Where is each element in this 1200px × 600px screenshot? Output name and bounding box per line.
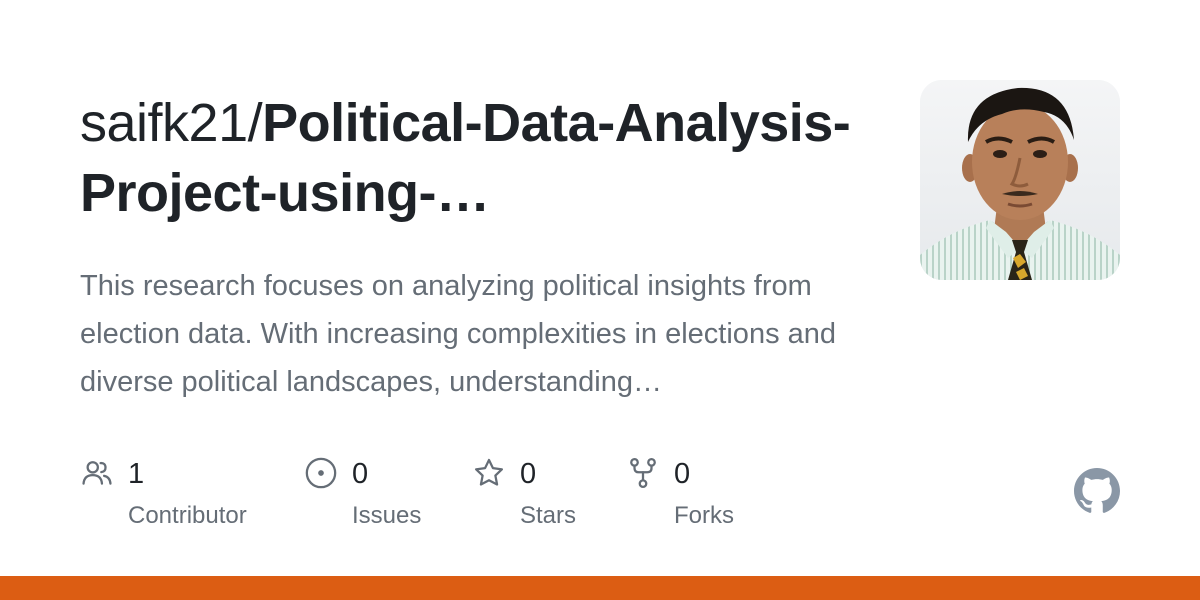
repo-description: This research focuses on analyzing polit… [80,270,837,398]
stat-count: 0 [674,458,691,490]
accent-bar [0,576,1200,600]
stat-count: 0 [352,458,369,490]
stat-label: Contributor [128,502,247,529]
stat-label: Issues [352,502,422,529]
people-icon [82,461,112,485]
repo-stats: 1 Contributor 0 Issues 0 Stars 0 Forks [80,456,840,546]
repo-owner[interactable]: saifk21/ [80,93,263,153]
stat-label: Forks [674,502,734,529]
stat-count: 1 [128,458,145,490]
repo-forked-icon [630,457,656,489]
stat-label: Stars [520,502,577,529]
issue-opened-icon [305,457,337,489]
avatar-portrait [920,80,1120,280]
star-icon [474,458,504,486]
repo-title: saifk21/Political-Data-Analysis-Project-… [80,88,880,228]
github-mark-icon[interactable] [1074,468,1120,514]
avatar[interactable] [920,80,1120,280]
stat-count: 0 [520,458,537,490]
